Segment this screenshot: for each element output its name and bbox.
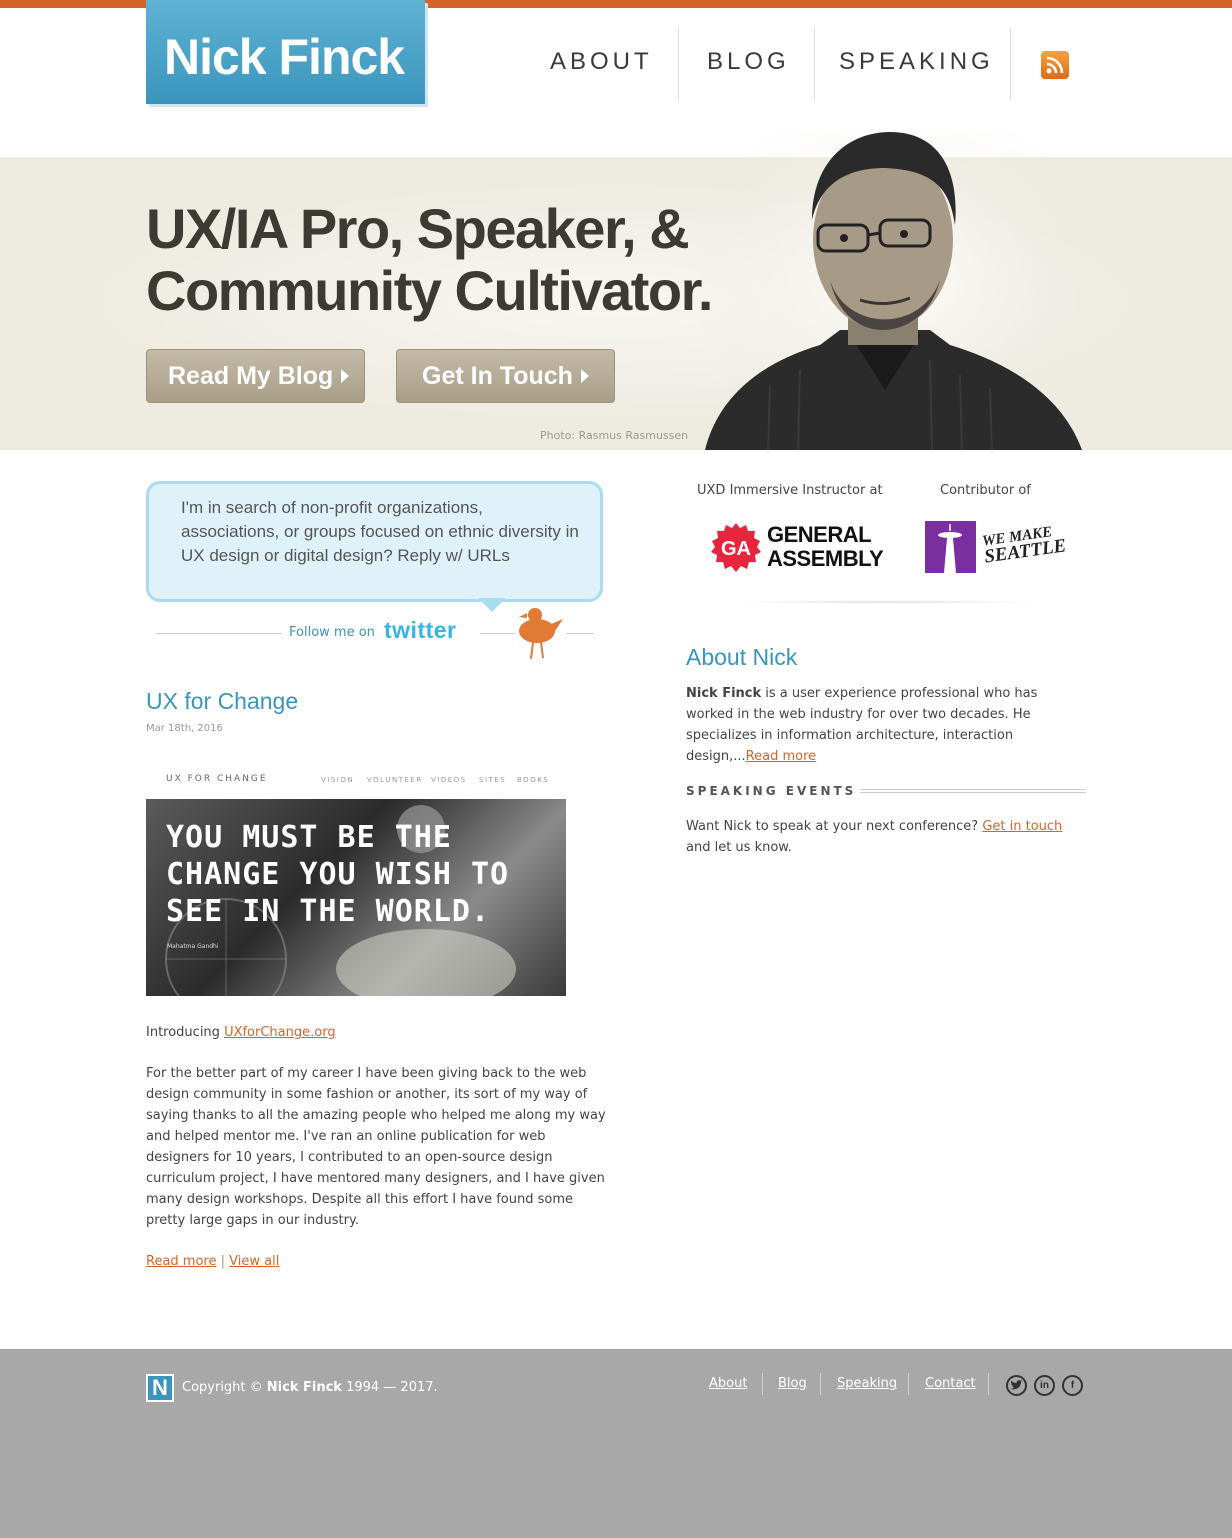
uxc-nav-item: BOOKS bbox=[517, 776, 550, 784]
linkedin-icon[interactable]: in bbox=[1034, 1375, 1055, 1396]
about-name: Nick Finck bbox=[686, 686, 762, 701]
play-arrow-icon bbox=[580, 369, 589, 383]
nav-about[interactable]: ABOUT bbox=[550, 48, 653, 76]
hero-title: UX/IA Pro, Speaker, & Community Cultivat… bbox=[146, 198, 786, 322]
uxc-quote: YOU MUST BE THE CHANGE YOU WISH TO SEE I… bbox=[166, 820, 510, 929]
get-in-touch-button[interactable]: Get In Touch bbox=[396, 349, 615, 403]
uxc-nav-item: VIDEOS bbox=[431, 776, 467, 784]
uxc-quote-attribution: Mahatma Gandhi bbox=[167, 943, 219, 950]
ga-mark: GA bbox=[721, 538, 751, 560]
footer-logo[interactable]: N bbox=[146, 1374, 174, 1402]
post-date: Mar 18th, 2016 bbox=[146, 723, 223, 734]
site-logo[interactable]: Nick Finck bbox=[146, 0, 425, 104]
footer-link-speaking[interactable]: Speaking bbox=[837, 1376, 897, 1391]
footer-divider bbox=[762, 1373, 763, 1395]
read-blog-button-label: Read My Blog bbox=[168, 362, 334, 390]
ga-name-1: GENERAL bbox=[767, 522, 872, 547]
copyright-name: Nick Finck bbox=[266, 1380, 342, 1395]
uxc-nav-item: VISION bbox=[321, 776, 355, 784]
general-assembly-logo[interactable]: GA bbox=[710, 522, 762, 578]
photo-credit: Photo: Rasmus Rasmussen bbox=[540, 429, 689, 442]
post-actions: Read more | View all bbox=[146, 1251, 606, 1272]
post-read-more-link[interactable]: Read more bbox=[146, 1254, 216, 1269]
copyright-prefix: Copyright © bbox=[182, 1380, 267, 1395]
follow-divider bbox=[566, 633, 594, 634]
follow-divider bbox=[156, 633, 282, 634]
facebook-icon[interactable]: f bbox=[1062, 1375, 1083, 1396]
about-text: Nick Finck is a user experience professi… bbox=[686, 683, 1086, 767]
rss-icon[interactable] bbox=[1041, 51, 1069, 79]
footer-divider bbox=[908, 1373, 909, 1395]
footer-divider bbox=[820, 1373, 821, 1395]
footer-link-about[interactable]: About bbox=[709, 1376, 747, 1391]
footer-link-contact[interactable]: Contact bbox=[925, 1376, 976, 1391]
footer-divider bbox=[988, 1373, 989, 1395]
footer-copyright: Copyright © Nick Finck 1994 — 2017. bbox=[182, 1380, 438, 1395]
speaking-text: Want Nick to speak at your next conferen… bbox=[686, 816, 1086, 858]
wms-label: Contributor of bbox=[940, 483, 1031, 498]
ga-name-2: ASSEMBLY bbox=[767, 546, 884, 571]
view-all-link[interactable]: View all bbox=[229, 1254, 279, 1269]
tweet-bubble-tail bbox=[478, 598, 506, 612]
uxc-site-name: UX FOR CHANGE bbox=[166, 774, 268, 784]
hero-title-line2: Community Cultivator. bbox=[146, 259, 713, 322]
speaking-text-prefix: Want Nick to speak at your next conferen… bbox=[686, 819, 983, 834]
get-in-touch-button-label: Get In Touch bbox=[422, 362, 573, 390]
ga-label: UXD Immersive Instructor at bbox=[697, 483, 883, 498]
tweet-bubble: I'm in search of non-profit organization… bbox=[146, 481, 603, 602]
read-blog-button[interactable]: Read My Blog bbox=[146, 349, 365, 403]
get-in-touch-link[interactable]: Get in touch bbox=[982, 819, 1062, 834]
speaking-events-title: SPEAKING EVENTS bbox=[686, 784, 857, 798]
uxc-nav-item: SITES bbox=[479, 776, 507, 784]
nav-divider bbox=[678, 28, 679, 100]
general-assembly-wordmark: GENERAL ASSEMBLY bbox=[767, 522, 884, 571]
follow-me-label[interactable]: Follow me on bbox=[289, 625, 375, 640]
nav-divider bbox=[814, 28, 815, 100]
nav-divider bbox=[1010, 28, 1011, 100]
uxforchange-link[interactable]: UXforChange.org bbox=[224, 1025, 336, 1040]
play-arrow-icon bbox=[341, 369, 350, 383]
twitter-bird-icon[interactable] bbox=[515, 605, 565, 660]
post-action-separator: | bbox=[220, 1254, 226, 1269]
site-logo-text: Nick Finck bbox=[164, 29, 405, 85]
we-make-seattle-wordmark: WE MAKE SEATTLE bbox=[981, 522, 1067, 567]
about-title: About Nick bbox=[686, 644, 798, 670]
footer-link-blog[interactable]: Blog bbox=[778, 1376, 807, 1391]
about-read-more-link[interactable]: Read more bbox=[746, 749, 816, 764]
post-intro: Introducing UXforChange.org bbox=[146, 1022, 606, 1043]
partners-divider bbox=[725, 600, 1045, 604]
copyright-years: 1994 — 2017. bbox=[341, 1380, 438, 1395]
we-make-seattle-logo[interactable] bbox=[925, 521, 976, 573]
nav-speaking[interactable]: SPEAKING bbox=[839, 48, 994, 76]
speaking-text-suffix: and let us know. bbox=[686, 840, 792, 855]
post-body: For the better part of my career I have … bbox=[146, 1066, 606, 1228]
post-title[interactable]: UX for Change bbox=[146, 688, 298, 715]
uxc-nav-item: VOLUNTEER bbox=[367, 776, 423, 784]
nav-blog[interactable]: BLOG bbox=[707, 48, 790, 76]
follow-divider bbox=[480, 633, 516, 634]
post-image[interactable]: YOU MUST BE THE CHANGE YOU WISH TO SEE I… bbox=[146, 799, 566, 996]
hero-title-line1: UX/IA Pro, Speaker, & bbox=[146, 197, 690, 260]
tweet-text: I'm in search of non-profit organization… bbox=[181, 498, 579, 565]
twitter-icon[interactable] bbox=[1006, 1375, 1027, 1396]
post-intro-text: Introducing bbox=[146, 1025, 225, 1040]
twitter-wordmark[interactable]: twitter bbox=[384, 617, 457, 644]
speaking-events-rule bbox=[860, 789, 1086, 793]
